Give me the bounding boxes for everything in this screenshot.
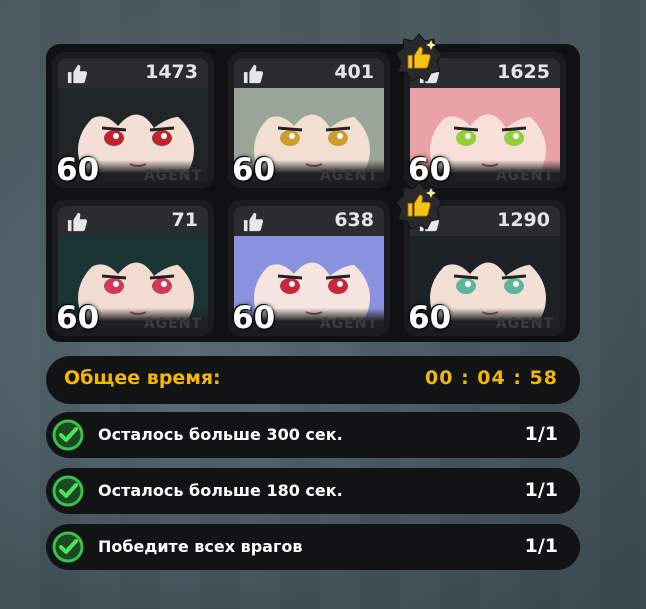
- agent-card[interactable]: 71 60 AGENT: [52, 200, 214, 336]
- objective-progress: 1/1: [524, 535, 558, 557]
- objective-progress: 1/1: [524, 479, 558, 501]
- gold-thumbs-up-badge-icon: [394, 32, 444, 82]
- check-circle-icon: [52, 475, 84, 507]
- objective-text: Победите всех врагов: [98, 537, 303, 556]
- objective-row: Победите всех врагов 1/1: [46, 524, 580, 570]
- likes-bar: 71: [58, 206, 208, 236]
- like-count: 1473: [145, 61, 198, 83]
- gold-thumbs-up-badge-icon: [394, 180, 444, 230]
- thumbs-up-icon: [66, 64, 88, 84]
- like-count: 401: [334, 61, 374, 83]
- agent-tag: AGENT: [143, 316, 202, 332]
- like-count: 638: [334, 209, 374, 231]
- check-circle-icon: [52, 531, 84, 563]
- total-time-value: 00 : 04 : 58: [425, 367, 558, 389]
- agent-card[interactable]: 1473 60 AGENT: [52, 52, 214, 188]
- agent-tag: AGENT: [495, 316, 554, 332]
- agent-tag: AGENT: [143, 168, 202, 184]
- thumbs-up-icon: [66, 212, 88, 232]
- squad-panel: 1473 60 AGENT 401 60 AGENT 1625 60 AGENT…: [46, 44, 580, 342]
- agent-level: 60: [232, 152, 276, 188]
- objective-row: Осталось больше 180 сек. 1/1: [46, 468, 580, 514]
- agent-tag: AGENT: [319, 168, 378, 184]
- objective-text: Осталось больше 180 сек.: [98, 481, 343, 500]
- likes-bar: 638: [234, 206, 384, 236]
- agent-level: 60: [408, 300, 452, 336]
- agent-level: 60: [56, 152, 100, 188]
- agent-tag: AGENT: [495, 168, 554, 184]
- likes-bar: 401: [234, 58, 384, 88]
- thumbs-up-icon: [242, 64, 264, 84]
- objective-text: Осталось больше 300 сек.: [98, 425, 343, 444]
- total-time-bar: Общее время: 00 : 04 : 58: [46, 356, 580, 404]
- thumbs-up-icon: [242, 212, 264, 232]
- agent-tag: AGENT: [319, 316, 378, 332]
- objective-progress: 1/1: [524, 423, 558, 445]
- like-count: 1625: [497, 61, 550, 83]
- agent-card[interactable]: 401 60 AGENT: [228, 52, 390, 188]
- objective-row: Осталось больше 300 сек. 1/1: [46, 412, 580, 458]
- agent-level: 60: [56, 300, 100, 336]
- agent-level: 60: [232, 300, 276, 336]
- check-circle-icon: [52, 419, 84, 451]
- agent-card[interactable]: 638 60 AGENT: [228, 200, 390, 336]
- like-count: 1290: [497, 209, 550, 231]
- total-time-label: Общее время:: [64, 367, 221, 389]
- like-count: 71: [171, 209, 198, 231]
- likes-bar: 1473: [58, 58, 208, 88]
